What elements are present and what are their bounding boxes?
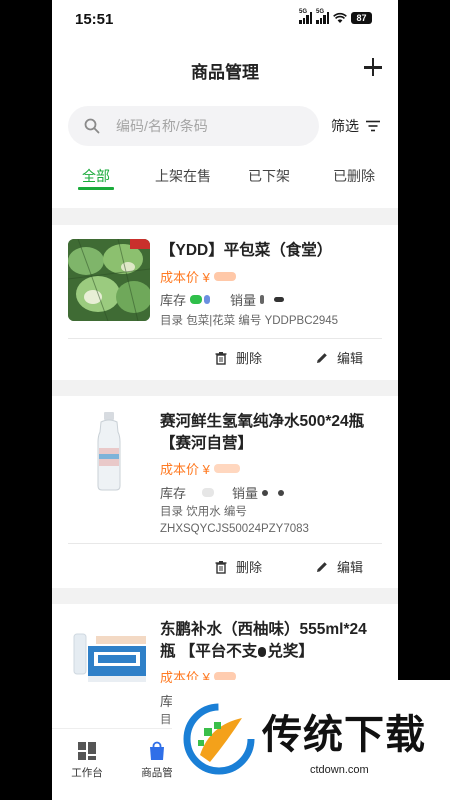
status-tabs: 全部 上架在售 已下架 已删除 bbox=[52, 160, 398, 194]
tab-on-sale[interactable]: 上架在售 bbox=[155, 166, 211, 186]
product-image bbox=[68, 239, 150, 321]
watermark-text: 传统下载 bbox=[262, 712, 426, 758]
product-title-line-2: 瓶 【平台不支 兑奖】 bbox=[160, 643, 314, 660]
delete-label: 删除 bbox=[236, 351, 263, 366]
stock-sales-row: 库存 销量 bbox=[160, 483, 285, 502]
pencil-icon bbox=[317, 561, 327, 572]
tab-deleted[interactable]: 已删除 bbox=[333, 166, 375, 186]
filter-label: 筛选 bbox=[331, 118, 359, 134]
edit-label: 编辑 bbox=[337, 560, 364, 575]
nav-bar: 商品管理 bbox=[52, 48, 398, 88]
tab-all[interactable]: 全部 bbox=[82, 166, 110, 186]
stock-sales-row: 库存 销量 bbox=[160, 290, 285, 309]
redacted-stock bbox=[190, 295, 203, 304]
search-icon bbox=[84, 118, 100, 134]
filter-button[interactable]: 筛选 bbox=[331, 116, 381, 136]
filter-icon bbox=[366, 120, 380, 132]
trash-icon bbox=[215, 351, 227, 365]
tab-off-shelf[interactable]: 已下架 bbox=[248, 166, 290, 186]
stock-label: 库存 bbox=[160, 486, 187, 501]
shopping-bag-icon bbox=[150, 741, 164, 760]
cellular-signal-icon-2: 5G bbox=[316, 9, 329, 24]
search-box[interactable] bbox=[68, 106, 319, 146]
stock-label: 库存 bbox=[160, 293, 187, 308]
cost-price: 成本价 ¥ bbox=[160, 459, 240, 478]
product-image bbox=[68, 618, 150, 700]
product-card[interactable]: 【YDD】平包菜（食堂） 成本价 ¥ 库存 销量 目录 包菜|花菜 编号 YDD… bbox=[52, 225, 398, 380]
search-row: 筛选 bbox=[68, 106, 388, 146]
redacted-sales bbox=[262, 489, 269, 496]
edit-label: 编辑 bbox=[337, 351, 364, 366]
card-divider bbox=[68, 338, 382, 339]
pencil-icon bbox=[317, 352, 327, 363]
catalog-info: 目录 饮用水 编号 bbox=[160, 506, 247, 518]
catalog-info: 目录 包菜|花菜 编号 YDDPBC2945 bbox=[160, 315, 339, 327]
delete-button[interactable]: 删除 bbox=[214, 348, 262, 367]
trash-icon bbox=[215, 560, 227, 574]
battery-icon: 87 bbox=[351, 11, 372, 24]
catalog-info: 目 bbox=[160, 714, 172, 726]
product-code: ZHXSQYCJS50024PZY7083 bbox=[160, 523, 309, 535]
edit-button[interactable]: 编辑 bbox=[315, 557, 363, 576]
search-input[interactable] bbox=[116, 116, 306, 136]
watermark: 传统下载 ctdown.com bbox=[172, 680, 450, 800]
redacted-sales bbox=[260, 295, 265, 304]
nav-label-workbench: 工作台 bbox=[71, 767, 103, 779]
status-icons: 5G 5G 87 bbox=[299, 9, 372, 24]
watermark-logo-icon bbox=[183, 703, 255, 775]
dashboard-icon bbox=[78, 742, 96, 760]
nav-item-workbench[interactable]: 工作台 bbox=[52, 741, 122, 780]
product-title: 【YDD】平包菜（食堂） bbox=[160, 242, 333, 259]
edit-button[interactable]: 编辑 bbox=[315, 348, 363, 367]
product-image bbox=[68, 410, 150, 492]
card-divider bbox=[68, 543, 382, 544]
nav-label-products: 商品管 bbox=[141, 767, 173, 779]
redacted-price bbox=[213, 272, 236, 281]
cellular-signal-icon: 5G bbox=[299, 9, 312, 24]
sales-label: 销量 bbox=[232, 486, 259, 501]
add-product-button[interactable] bbox=[360, 54, 386, 80]
active-tab-indicator bbox=[78, 187, 114, 190]
delete-label: 删除 bbox=[236, 560, 263, 575]
delete-button[interactable]: 删除 bbox=[214, 557, 262, 576]
product-card[interactable]: 赛河鲜生氢氧纯净水500*24瓶 【赛河自营】 成本价 ¥ 库存 销量 目录 饮… bbox=[52, 396, 398, 588]
status-time: 15:51 bbox=[75, 11, 114, 28]
sales-label: 销量 bbox=[230, 293, 257, 308]
product-title-line-1: 赛河鲜生氢氧纯净水500*24瓶 bbox=[160, 413, 365, 430]
page-title: 商品管理 bbox=[191, 63, 259, 82]
product-title-line-1: 东鹏补水（西柚味）555ml*24 bbox=[160, 621, 367, 638]
wifi-icon bbox=[333, 12, 347, 23]
watermark-url: ctdown.com bbox=[310, 764, 369, 776]
product-title-line-2: 【赛河自营】 bbox=[160, 435, 254, 452]
redacted-price bbox=[213, 464, 240, 473]
redacted-stock bbox=[202, 488, 215, 497]
status-bar: 15:51 5G 5G 87 bbox=[52, 0, 398, 40]
cost-price: 成本价 ¥ bbox=[160, 267, 236, 286]
